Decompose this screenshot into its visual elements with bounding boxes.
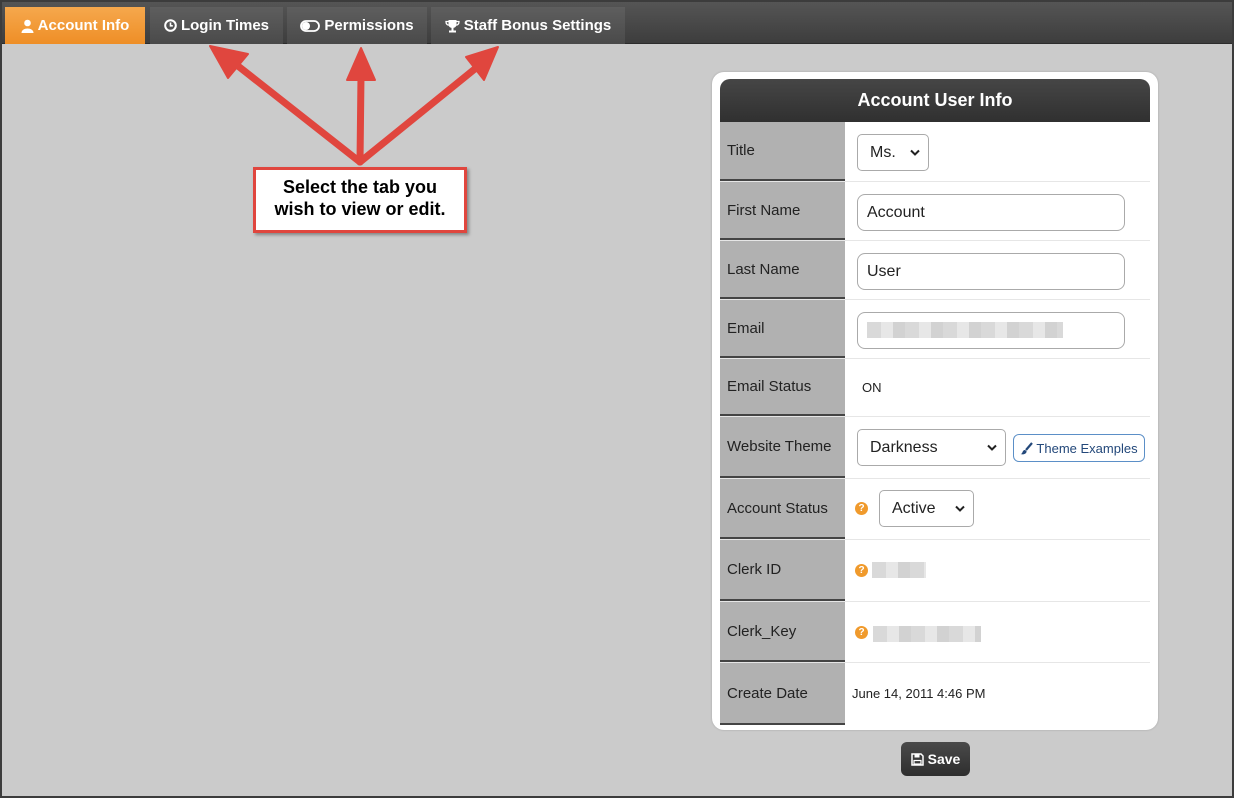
website-theme-select[interactable]: Darkness bbox=[857, 429, 1006, 466]
row-label: First Name bbox=[720, 182, 845, 240]
title-select[interactable]: Ms. bbox=[857, 134, 929, 171]
row-label: Account Status bbox=[720, 479, 845, 539]
row-label: Website Theme bbox=[720, 417, 845, 478]
help-icon[interactable]: ? bbox=[855, 626, 868, 639]
row-label: Clerk_Key bbox=[720, 602, 845, 662]
row-create-date: Create Date June 14, 2011 4:46 PM bbox=[720, 663, 1150, 725]
email-status-value: ON bbox=[862, 380, 882, 395]
row-last-name: Last Name User bbox=[720, 241, 1150, 300]
first-name-input[interactable]: Account bbox=[857, 194, 1125, 231]
create-date-value: June 14, 2011 4:46 PM bbox=[852, 686, 986, 701]
last-name-input[interactable]: User bbox=[857, 253, 1125, 290]
tab-label: Staff Bonus Settings bbox=[463, 17, 612, 34]
arrow-middle bbox=[356, 72, 365, 166]
tab-label: Login Times bbox=[180, 17, 270, 34]
row-first-name: First Name Account bbox=[720, 182, 1150, 241]
tab-permissions[interactable]: Permissions bbox=[287, 7, 427, 44]
arrow-left bbox=[234, 62, 364, 166]
account-user-info-panel: Account User Info Title Ms. First Name A… bbox=[712, 72, 1158, 730]
clock-icon bbox=[164, 19, 177, 32]
arrowhead-right bbox=[465, 46, 499, 81]
tab-staff-bonus-settings[interactable]: Staff Bonus Settings bbox=[431, 7, 625, 44]
row-title: Title Ms. bbox=[720, 122, 1150, 182]
toggle-icon bbox=[300, 19, 321, 32]
paintbrush-icon bbox=[1020, 441, 1034, 454]
help-icon[interactable]: ? bbox=[855, 564, 868, 577]
row-website-theme: Website Theme Darkness Theme Examples bbox=[720, 417, 1150, 479]
arrowhead-left bbox=[209, 45, 249, 79]
user-icon bbox=[21, 19, 34, 33]
chevron-down-icon bbox=[955, 505, 965, 512]
floppy-disk-icon bbox=[910, 752, 924, 766]
annotation-callout: Select the tab you wish to view or edit. bbox=[253, 167, 467, 233]
row-email: Email bbox=[720, 300, 1150, 359]
save-button[interactable]: Save bbox=[901, 742, 970, 776]
callout-line-2: wish to view or edit. bbox=[274, 199, 446, 219]
row-label: Email Status bbox=[720, 359, 845, 416]
row-label: Last Name bbox=[720, 241, 845, 299]
chevron-down-icon bbox=[910, 149, 920, 156]
tab-login-times[interactable]: Login Times bbox=[150, 7, 283, 44]
callout-line-1: Select the tab you bbox=[282, 177, 438, 197]
tab-bar: Account Info Login Times Permissions Sta… bbox=[2, 2, 1232, 44]
chevron-down-icon bbox=[987, 444, 997, 451]
tab-label: Account Info bbox=[37, 17, 130, 34]
account-status-select[interactable]: Active bbox=[879, 490, 974, 527]
row-label: Title bbox=[720, 122, 845, 181]
redacted-email bbox=[867, 322, 1063, 338]
row-account-status: Account Status ? Active bbox=[720, 479, 1150, 540]
tab-account-info[interactable]: Account Info bbox=[5, 7, 145, 44]
panel-title: Account User Info bbox=[720, 79, 1150, 122]
arrowhead-middle bbox=[346, 47, 376, 81]
email-input[interactable] bbox=[857, 312, 1125, 349]
help-icon[interactable]: ? bbox=[855, 502, 868, 515]
arrow-right bbox=[356, 64, 480, 166]
redacted-clerk-key bbox=[873, 626, 981, 642]
row-clerk-key: Clerk_Key ? bbox=[720, 602, 1150, 663]
trophy-icon bbox=[445, 19, 460, 32]
row-email-status: Email Status ON bbox=[720, 359, 1150, 417]
row-label: Clerk ID bbox=[720, 540, 845, 601]
tab-label: Permissions bbox=[324, 17, 414, 34]
redacted-clerk-id bbox=[872, 562, 926, 578]
row-label: Create Date bbox=[720, 663, 845, 725]
row-clerk-id: Clerk ID ? bbox=[720, 540, 1150, 602]
theme-examples-button[interactable]: Theme Examples bbox=[1013, 434, 1145, 462]
row-label: Email bbox=[720, 300, 845, 358]
